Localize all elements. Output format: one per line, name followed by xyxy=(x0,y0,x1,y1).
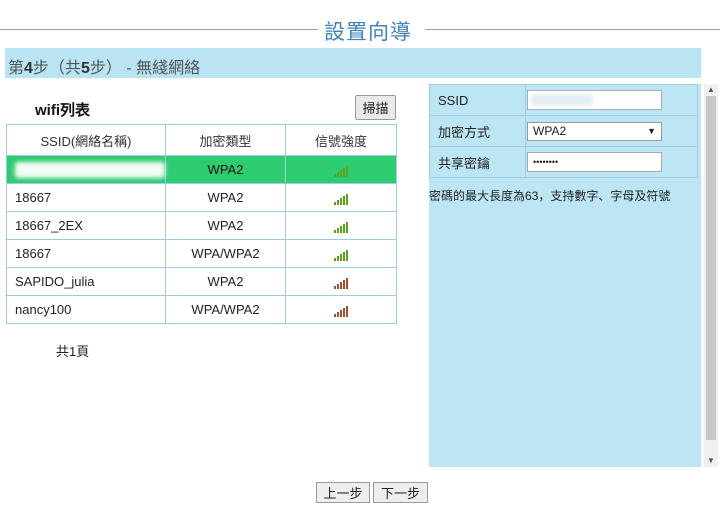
signal-strong-green-icon xyxy=(334,249,348,261)
signal-cell xyxy=(285,155,397,184)
password-label: 共享密鑰 xyxy=(429,146,526,178)
encryption-cell: WPA2 xyxy=(165,211,286,240)
ssid-cell: 18667 xyxy=(6,183,166,212)
scrollbar-thumb[interactable] xyxy=(706,96,716,440)
col-encryption: 加密類型 xyxy=(165,124,286,156)
ssid-cell: 18667 xyxy=(6,239,166,268)
signal-cell xyxy=(285,183,397,212)
signal-strong-green-icon xyxy=(334,165,348,177)
header-line-right xyxy=(425,29,720,30)
signal-cell xyxy=(285,211,397,240)
wifi-settings-panel: SSID 加密方式 WPA2 ▼ 共享密鑰 •••••••• 密碼的最大長度為63… xyxy=(429,84,701,467)
previous-step-button[interactable]: 上一步 xyxy=(316,482,370,503)
wifi-table-header: SSID(網絡名稱) 加密類型 信號強度 xyxy=(6,124,397,156)
signal-strong-brown-icon xyxy=(334,277,348,289)
dropdown-arrow-icon: ▼ xyxy=(647,126,656,136)
ssid-field-cell xyxy=(525,84,698,116)
redacted-ssid xyxy=(15,161,165,178)
header-line-left xyxy=(0,29,318,30)
step-text: 第4步（共5步） - 無綫網絡 xyxy=(8,60,201,77)
security-field-cell: WPA2 ▼ xyxy=(525,115,698,147)
step-bar: 第4步（共5步） - 無綫網絡 xyxy=(5,48,701,82)
ssid-input[interactable] xyxy=(527,90,662,110)
col-ssid: SSID(網絡名稱) xyxy=(6,124,166,156)
ssid-label: SSID xyxy=(429,84,526,116)
password-input[interactable]: •••••••• xyxy=(527,152,662,172)
signal-strong-green-icon xyxy=(334,221,348,233)
scroll-up-icon[interactable]: ▲ xyxy=(704,84,718,96)
ssid-cell: SAPIDO_julia xyxy=(6,267,166,296)
page-title: 設置向導 xyxy=(324,21,412,44)
scan-button[interactable]: 掃描 xyxy=(355,95,396,120)
ssid-cell: nancy100 xyxy=(6,295,166,324)
table-row[interactable]: SAPIDO_julia WPA2 xyxy=(6,267,397,296)
password-field-cell: •••••••• xyxy=(525,146,698,178)
ssid-cell: 18667_2EX xyxy=(6,211,166,240)
table-row[interactable]: nancy100 WPA/WPA2 xyxy=(6,295,397,324)
encryption-cell: WPA2 xyxy=(165,267,286,296)
encryption-cell: WPA2 xyxy=(165,183,286,212)
vertical-scrollbar[interactable]: ▲ ▼ xyxy=(704,84,718,467)
encryption-cell: WPA/WPA2 xyxy=(165,295,286,324)
signal-cell xyxy=(285,267,397,296)
security-selected-value: WPA2 xyxy=(533,124,567,138)
signal-cell xyxy=(285,295,397,324)
table-row[interactable]: 18667_2EX WPA2 xyxy=(6,211,397,240)
encryption-cell: WPA/WPA2 xyxy=(165,239,286,268)
ssid-cell xyxy=(6,155,166,184)
wifi-list-title: wifi列表 xyxy=(35,102,90,119)
next-step-button[interactable]: 下一步 xyxy=(373,482,428,503)
signal-strong-brown-icon xyxy=(334,305,348,317)
wifi-settings-form: SSID 加密方式 WPA2 ▼ 共享密鑰 •••••••• xyxy=(429,84,698,178)
scroll-down-icon[interactable]: ▼ xyxy=(704,455,718,467)
signal-cell xyxy=(285,239,397,268)
col-signal: 信號強度 xyxy=(285,124,397,156)
table-row[interactable]: WPA2 xyxy=(6,155,397,184)
security-select[interactable]: WPA2 ▼ xyxy=(527,121,662,141)
password-hint: 密碼的最大長度為63，支持數字、字母及符號 xyxy=(429,189,671,203)
table-row[interactable]: 18667 WPA2 xyxy=(6,183,397,212)
security-label: 加密方式 xyxy=(429,115,526,147)
wifi-table: SSID(網絡名稱) 加密類型 信號強度 WPA2 18667 WPA2 186… xyxy=(6,124,397,324)
page-count: 共1頁 xyxy=(56,344,90,359)
encryption-cell: WPA2 xyxy=(165,155,286,184)
table-row[interactable]: 18667 WPA/WPA2 xyxy=(6,239,397,268)
signal-strong-green-icon xyxy=(334,193,348,205)
